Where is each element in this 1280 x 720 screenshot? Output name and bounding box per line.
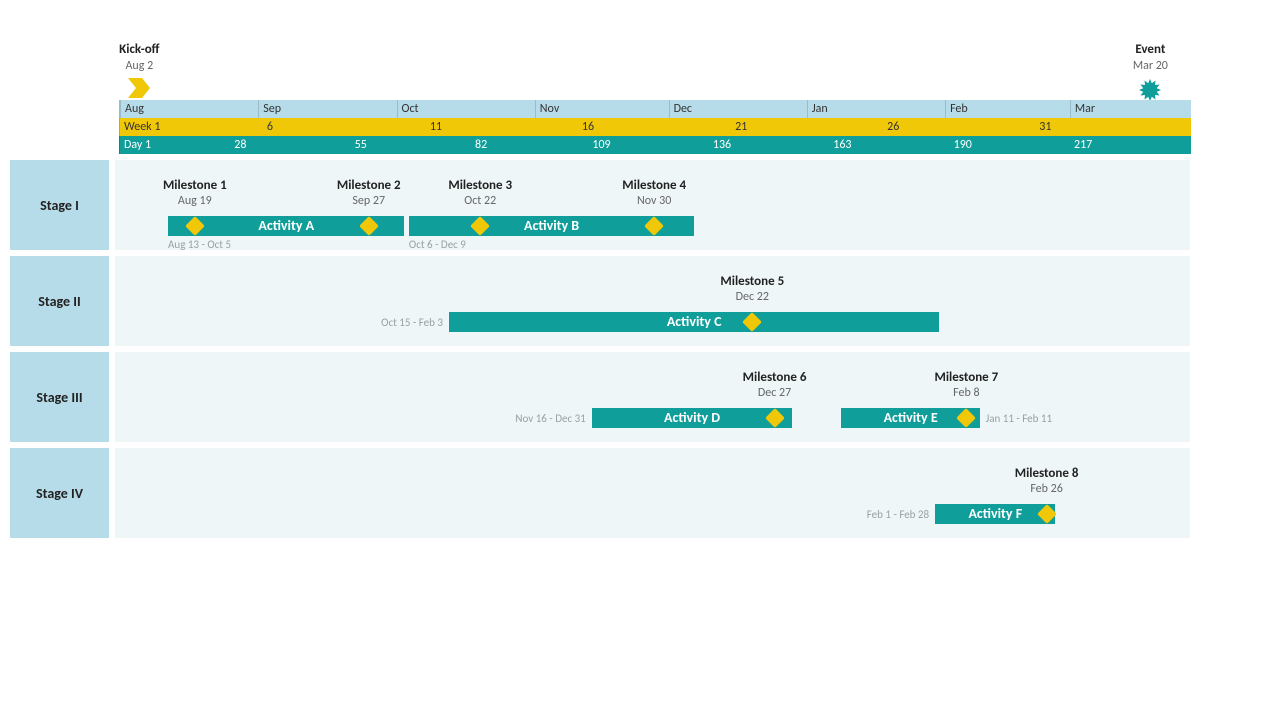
tick: 163 (833, 136, 851, 154)
tick: 55 (355, 136, 367, 154)
milestone: Milestone 2Sep 27 (337, 178, 401, 208)
activity-bar: Activity C (449, 312, 939, 332)
stage-row: Stage I Milestone 1Aug 19 Milestone 2Sep 2… (10, 160, 1190, 250)
stage-body: Milestone 8Feb 26 Activity F Feb 1 - Feb 2… (115, 448, 1190, 538)
activity-bar: Activity D (592, 408, 793, 428)
milestone: Milestone 5Dec 22 (720, 274, 784, 304)
tick: Jan (807, 100, 828, 118)
milestone-date: Nov 30 (622, 194, 686, 208)
activity-name: Activity E (884, 409, 938, 426)
event-date: Aug 2 (119, 59, 159, 73)
activity-name: Activity A (258, 217, 314, 234)
milestone-date: Aug 19 (163, 194, 227, 208)
tick: 217 (1074, 136, 1092, 154)
top-event: Kick-off Aug 2 (119, 42, 159, 73)
ruler-weeks: Week 1 6 11 16 21 26 31 (119, 118, 1191, 136)
tick: Aug (120, 100, 144, 118)
milestone-name: Milestone 1 (163, 178, 227, 193)
stage-label: Stage I (10, 160, 109, 250)
activity-daterange: Nov 16 - Dec 31 (515, 412, 585, 425)
event-burst-icon (1138, 78, 1162, 102)
milestone-date: Dec 27 (743, 386, 807, 400)
milestone: Milestone 6Dec 27 (743, 370, 807, 400)
stage-row: Stage III Milestone 6Dec 27 Milestone 7Feb… (10, 352, 1190, 442)
ruler-months: Aug Sep Oct Nov Dec Jan Feb Mar (119, 100, 1191, 118)
tick: 136 (713, 136, 731, 154)
milestone-date: Dec 22 (720, 290, 784, 304)
tick: Oct (397, 100, 419, 118)
milestone-date: Oct 22 (448, 194, 512, 208)
activity-daterange: Aug 13 - Oct 5 (168, 238, 231, 251)
activity-daterange: Oct 6 - Dec 9 (409, 238, 466, 251)
milestone: Milestone 4Nov 30 (622, 178, 686, 208)
event-name: Kick-off (119, 42, 159, 57)
tick: 31 (1039, 118, 1051, 136)
tick: 16 (582, 118, 594, 136)
tick: Feb (945, 100, 968, 118)
activity-daterange: Jan 11 - Feb 11 (986, 412, 1052, 425)
gantt-chart: Kick-offAug 2EventMar 20 AugSepOctNovDec… (10, 100, 1190, 538)
milestone-date: Sep 27 (337, 194, 401, 208)
milestone-name: Milestone 8 (1015, 466, 1079, 481)
tick: Day 1 (120, 136, 151, 154)
activity-name: Activity C (667, 313, 722, 330)
stage-body: Milestone 1Aug 19Milestone 2Sep 27Milest… (115, 160, 1190, 250)
stage-body: Milestone 6Dec 27 Milestone 7Feb 8 Activit… (115, 352, 1190, 442)
tick: Nov (535, 100, 559, 118)
top-event: Event Mar 20 (1133, 42, 1168, 73)
stage-rows: Stage I Milestone 1Aug 19 Milestone 2Sep 2… (10, 160, 1190, 538)
milestone-name: Milestone 6 (743, 370, 807, 385)
milestone-date: Feb 8 (935, 386, 999, 400)
stage-label: Stage IV (10, 448, 109, 538)
milestone: Milestone 1Aug 19 (163, 178, 227, 208)
milestone-name: Milestone 5 (720, 274, 784, 289)
tick: 21 (735, 118, 747, 136)
tick: 6 (267, 118, 273, 136)
tick: 82 (475, 136, 487, 154)
milestone-name: Milestone 7 (935, 370, 999, 385)
event-name: Event (1135, 42, 1165, 57)
milestone: Milestone 8Feb 26 (1015, 466, 1079, 496)
event-date: Mar 20 (1133, 59, 1168, 73)
tick: Mar (1070, 100, 1095, 118)
milestone-name: Milestone 3 (448, 178, 512, 193)
activity-daterange: Feb 1 - Feb 28 (867, 508, 929, 521)
tick: 26 (887, 118, 899, 136)
tick: Sep (258, 100, 281, 118)
stage-body: Milestone 5Dec 22 Activity C Oct 15 - Feb … (115, 256, 1190, 346)
stage-label: Stage II (10, 256, 109, 346)
ruler-days: Day 1 28 55 82 109 136 163 190 217 (119, 136, 1191, 154)
stage-row: Stage II Milestone 5Dec 22 Activity C Oct 1… (10, 256, 1190, 346)
milestone-date: Feb 26 (1015, 482, 1079, 496)
activity-name: Activity B (524, 217, 579, 234)
activity-daterange: Oct 15 - Feb 3 (381, 316, 443, 329)
milestone-name: Milestone 4 (622, 178, 686, 193)
tick: Week 1 (120, 118, 160, 136)
stage-row: Stage IV Milestone 8Feb 26 Activity F Feb 1… (10, 448, 1190, 538)
milestone-name: Milestone 2 (337, 178, 401, 193)
milestone: Milestone 3Oct 22 (448, 178, 512, 208)
top-events: Kick-off Aug 2 Event Mar 20 (119, 42, 1190, 100)
tick: 190 (954, 136, 972, 154)
tick: 109 (592, 136, 610, 154)
kickoff-arrow-icon (128, 78, 150, 98)
tick: 11 (430, 118, 442, 136)
activity-name: Activity F (968, 505, 1022, 522)
activity-name: Activity D (664, 409, 720, 426)
milestone: Milestone 7Feb 8 (935, 370, 999, 400)
tick: 28 (234, 136, 246, 154)
stage-label: Stage III (10, 352, 109, 442)
tick: Dec (669, 100, 692, 118)
